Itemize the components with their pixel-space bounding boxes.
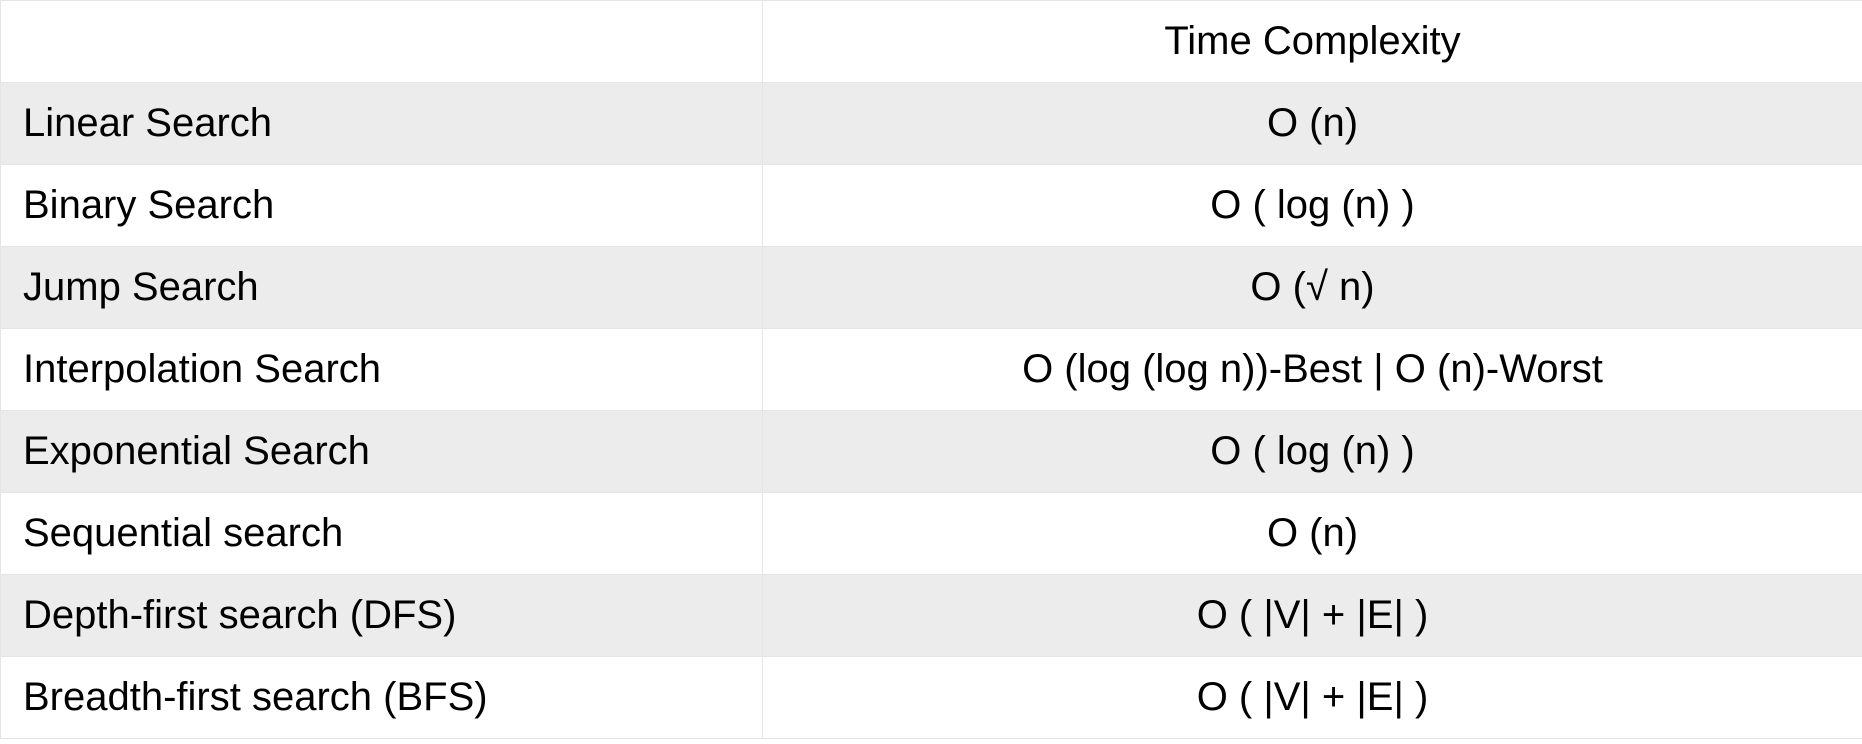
table-row: Depth-first search (DFS) O ( |V| + |E| ) <box>1 575 1862 657</box>
complexity-table: Time Complexity Linear Search O (n) Bina… <box>0 0 1862 739</box>
algo-complexity: O (n) <box>763 83 1862 165</box>
algo-complexity: O (√ n) <box>763 247 1862 329</box>
algo-name: Sequential search <box>1 493 763 575</box>
table-row: Sequential search O (n) <box>1 493 1862 575</box>
algo-complexity: O ( |V| + |E| ) <box>763 575 1862 657</box>
table-row: Linear Search O (n) <box>1 83 1862 165</box>
algo-name: Exponential Search <box>1 411 763 493</box>
table-row: Breadth-first search (BFS) O ( |V| + |E|… <box>1 657 1862 739</box>
algo-name: Interpolation Search <box>1 329 763 411</box>
algo-complexity: O (n) <box>763 493 1862 575</box>
algo-name: Breadth-first search (BFS) <box>1 657 763 739</box>
table-row: Interpolation Search O (log (log n))-Bes… <box>1 329 1862 411</box>
algo-complexity: O ( log (n) ) <box>763 165 1862 247</box>
header-time-complexity: Time Complexity <box>763 1 1862 83</box>
table-row: Jump Search O (√ n) <box>1 247 1862 329</box>
algo-complexity: O ( |V| + |E| ) <box>763 657 1862 739</box>
table-row: Binary Search O ( log (n) ) <box>1 165 1862 247</box>
algo-complexity: O (log (log n))-Best | O (n)-Worst <box>763 329 1862 411</box>
algo-name: Jump Search <box>1 247 763 329</box>
algo-name: Depth-first search (DFS) <box>1 575 763 657</box>
algo-name: Binary Search <box>1 165 763 247</box>
algo-name: Linear Search <box>1 83 763 165</box>
algo-complexity: O ( log (n) ) <box>763 411 1862 493</box>
table-row: Exponential Search O ( log (n) ) <box>1 411 1862 493</box>
table-header-row: Time Complexity <box>1 1 1862 83</box>
header-algorithm <box>1 1 763 83</box>
